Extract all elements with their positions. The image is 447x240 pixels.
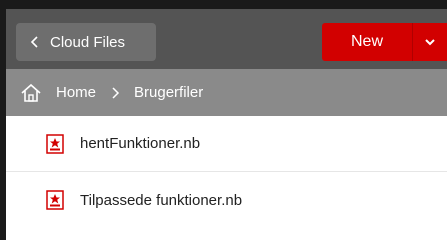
breadcrumb-home[interactable]: Home [56,84,96,101]
new-button-label: New [350,33,383,50]
cloud-files-panel: Cloud Files New Home Brugerfiler hentFun… [6,9,447,240]
home-icon[interactable] [20,82,42,104]
file-list: hentFunktioner.nb Tilpassede funktioner.… [6,116,447,228]
file-name: Tilpassede funktioner.nb [80,191,243,209]
back-button[interactable]: Cloud Files [16,23,156,61]
file-row[interactable]: hentFunktioner.nb [6,116,447,172]
top-toolbar: Cloud Files New [6,9,447,69]
new-button[interactable]: New [322,23,412,61]
chevron-left-icon [30,36,38,48]
breadcrumb-current[interactable]: Brugerfiler [134,84,203,101]
back-button-label: Cloud Files [50,33,126,51]
file-name: hentFunktioner.nb [80,135,201,152]
file-row[interactable]: Tilpassede funktioner.nb [6,172,447,228]
chevron-down-icon [425,39,435,46]
chevron-right-icon [112,86,120,99]
breadcrumb: Home Brugerfiler [6,69,447,116]
notebook-icon [46,133,64,154]
notebook-icon [46,190,64,210]
new-button-group: New [322,23,447,61]
new-dropdown-button[interactable] [413,23,447,61]
